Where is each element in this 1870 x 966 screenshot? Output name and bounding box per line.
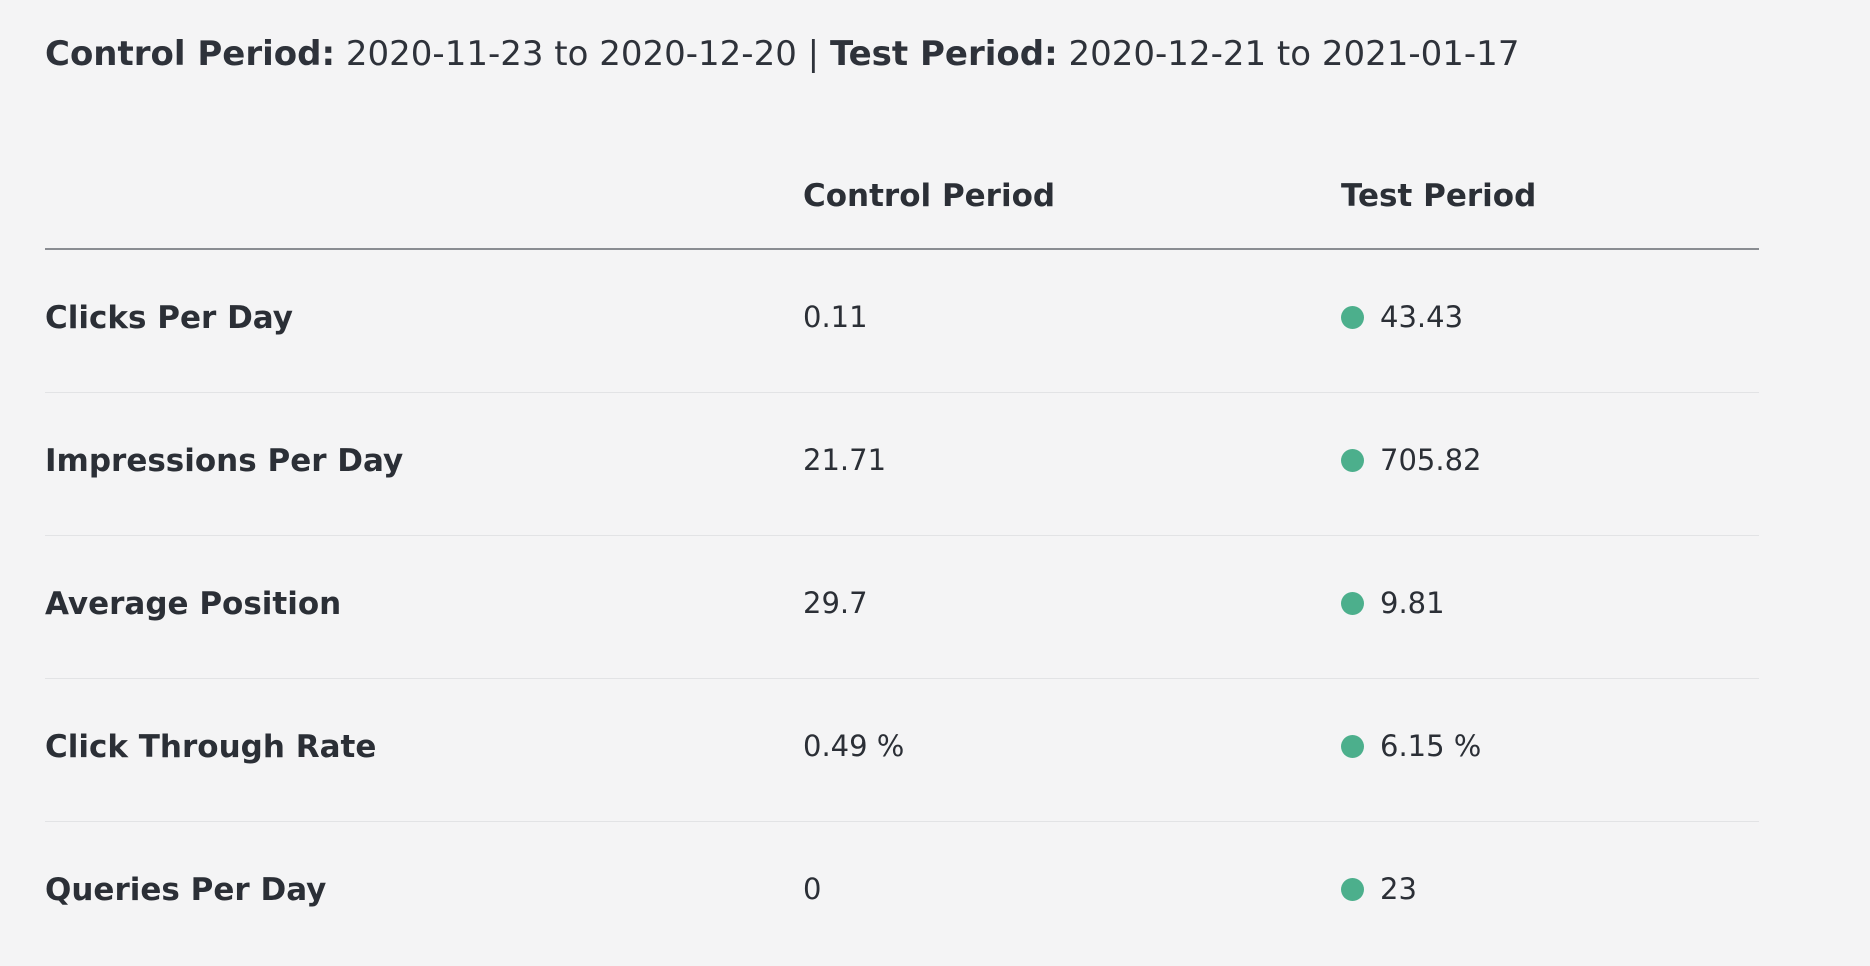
test-cell: 9.81	[1341, 586, 1445, 620]
status-dot-icon	[1341, 591, 1364, 615]
table-row: Average Position 29.7 9.81	[45, 536, 1759, 679]
control-value: 21.71	[803, 443, 887, 477]
test-period-range: 2020-12-21 to 2021-01-17	[1068, 34, 1520, 74]
test-cell: 705.82	[1341, 443, 1481, 477]
period-separator: |	[807, 34, 820, 74]
status-dot-icon	[1341, 734, 1364, 758]
status-dot-icon	[1341, 877, 1364, 901]
test-value: 43.43	[1380, 300, 1464, 334]
test-period-label: Test Period:	[829, 34, 1058, 74]
control-value: 0.11	[803, 300, 868, 334]
control-value: 0	[803, 872, 822, 906]
control-value: 29.7	[803, 586, 868, 620]
table-header-row: Control Period Test Period	[45, 162, 1759, 250]
metric-label: Impressions Per Day	[45, 443, 404, 479]
metric-label: Queries Per Day	[45, 872, 327, 908]
test-value: 9.81	[1380, 586, 1445, 620]
control-value: 0.49 %	[803, 729, 905, 763]
status-dot-icon	[1341, 448, 1364, 472]
test-value: 6.15 %	[1380, 729, 1482, 763]
test-cell: 43.43	[1341, 300, 1463, 334]
test-cell: 23	[1341, 872, 1417, 906]
control-period-label: Control Period:	[45, 34, 336, 74]
column-header-test: Test Period	[1341, 178, 1537, 214]
period-summary: Control Period: 2020-11-23 to 2020-12-20…	[45, 30, 1519, 78]
metric-label: Average Position	[45, 586, 342, 622]
table-row: Clicks Per Day 0.11 43.43	[45, 250, 1759, 393]
status-dot-icon	[1341, 305, 1364, 329]
comparison-table: Control Period Test Period Clicks Per Da…	[45, 162, 1759, 964]
test-value: 23	[1380, 872, 1417, 906]
test-cell: 6.15 %	[1341, 729, 1481, 763]
metric-label: Clicks Per Day	[45, 300, 293, 336]
test-value: 705.82	[1380, 443, 1482, 477]
table-row: Queries Per Day 0 23	[45, 822, 1759, 964]
table-row: Impressions Per Day 21.71 705.82	[45, 393, 1759, 536]
metric-label: Click Through Rate	[45, 729, 377, 765]
table-row: Click Through Rate 0.49 % 6.15 %	[45, 679, 1759, 822]
column-header-control: Control Period	[803, 178, 1056, 214]
control-period-range: 2020-11-23 to 2020-12-20	[345, 34, 797, 74]
